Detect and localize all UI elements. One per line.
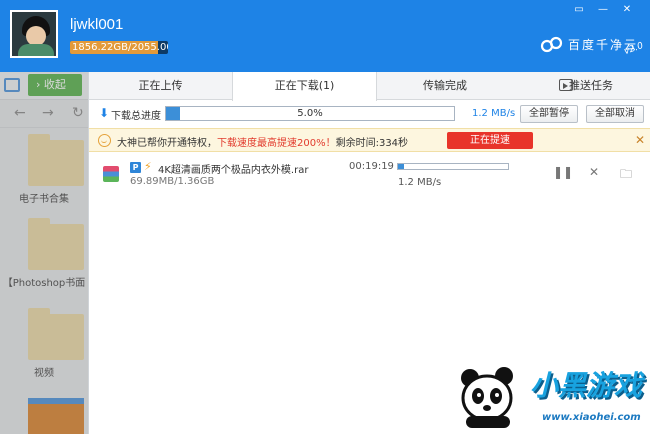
app-header: ljwkl001 1856.22GB/2055.00GB ▭ — ✕ 百度千净云…: [0, 0, 650, 72]
total-speed: 1.2 MB/s: [472, 108, 516, 119]
folder-open-icon[interactable]: 🗀: [619, 165, 633, 186]
brand-logo: 百度千净云 v2.0: [540, 32, 645, 62]
lightning-icon: ⚡: [144, 160, 152, 173]
speeding-up-button[interactable]: 正在提速: [447, 132, 533, 149]
push-tv-icon: [559, 79, 573, 91]
item-progress-bar: [397, 163, 509, 170]
watermark: 小黑游戏 www.xiaohei.com: [456, 360, 646, 432]
pause-icon[interactable]: ❚❚: [553, 165, 573, 179]
cancel-icon[interactable]: ✕: [587, 165, 601, 179]
transfer-tabs: 正在上传 正在下载(1) 传输完成 推送任务: [89, 72, 650, 101]
tab-uploading[interactable]: 正在上传: [89, 72, 232, 100]
file-name: 4K超清画质两个极品内衣外模.rar: [158, 165, 309, 176]
download-item[interactable]: P ⚡ 4K超清画质两个极品内衣外模.rar 69.89MB/1.36GB 00…: [89, 154, 650, 194]
quota-text: 1856.22GB/2055.00GB: [72, 42, 168, 53]
close-icon[interactable]: ✕: [635, 133, 645, 147]
close-icon[interactable]: ✕: [620, 4, 634, 16]
tab-push-tasks[interactable]: 推送任务: [513, 72, 650, 100]
skin-icon[interactable]: ▭: [572, 4, 586, 16]
tab-downloading[interactable]: 正在下载(1): [232, 72, 377, 101]
file-size: 69.89MB/1.36GB: [130, 176, 215, 187]
notice-text: 大神已帮你开通特权，下载速度最高提速200%！剩余时间:334秒: [117, 138, 409, 149]
download-arrow-icon: ⬇: [99, 106, 110, 120]
pause-all-button[interactable]: 全部暂停: [520, 105, 578, 123]
tab-completed[interactable]: 传输完成: [377, 72, 513, 100]
modal-dim-overlay: [0, 72, 88, 434]
p-badge-icon: P: [130, 162, 141, 173]
total-progress-row: ⬇ 下载总进度 5.0% 1.2 MB/s 全部暂停 全部取消: [89, 103, 650, 125]
speedup-notice: 大神已帮你开通特权，下载速度最高提速200%！剩余时间:334秒 正在提速 ✕: [89, 128, 650, 152]
minimize-icon[interactable]: —: [596, 4, 610, 16]
cancel-all-button[interactable]: 全部取消: [586, 105, 644, 123]
avatar[interactable]: [10, 10, 58, 58]
username: ljwkl001: [70, 16, 124, 33]
smile-icon: [98, 134, 111, 147]
item-speed: 1.2 MB/s: [398, 177, 442, 188]
cloud-logo-icon: [540, 36, 563, 53]
rar-file-icon: [103, 166, 119, 182]
total-progress-percent: 5.0%: [297, 108, 323, 119]
watermark-brand: 小黑游戏: [530, 369, 643, 402]
item-progress-fill: [398, 164, 404, 169]
total-progress-bar: 5.0%: [165, 106, 455, 121]
total-progress-label: 下载总进度: [111, 111, 161, 122]
time-remaining: 00:19:19: [349, 161, 394, 172]
panda-mascot-icon: [461, 367, 513, 428]
quota-bar: 1856.22GB/2055.00GB: [70, 41, 168, 54]
watermark-url: www.xiaohei.com: [542, 412, 641, 423]
